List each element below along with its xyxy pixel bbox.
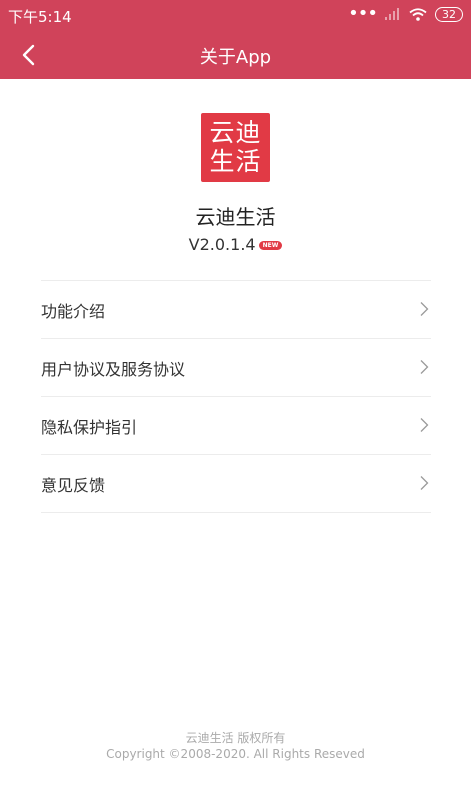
logo-text-line2: 生活: [209, 147, 262, 176]
navigation-bar: 关于App: [0, 30, 471, 79]
header-bar: 下午5:14 ••• 32 关于App: [0, 0, 471, 79]
logo-text-line1: 云迪: [209, 118, 262, 147]
chevron-right-icon: [420, 302, 429, 316]
chevron-right-icon: [420, 360, 429, 374]
menu-item-label: 功能介绍: [41, 302, 106, 321]
battery-icon: 32: [435, 6, 463, 22]
version-row: V2.0.1.4 NEW: [0, 235, 471, 254]
menu-item-label: 意见反馈: [41, 476, 106, 495]
footer: 云迪生活 版权所有 Copyright ©2008-2020. All Righ…: [0, 730, 471, 762]
chevron-right-icon: [420, 418, 429, 432]
about-menu-list: 功能介绍 用户协议及服务协议 隐私保护指引 意见反馈: [41, 280, 431, 513]
menu-item-feedback[interactable]: 意见反馈: [41, 455, 431, 513]
chevron-right-icon: [420, 476, 429, 490]
menu-item-label: 用户协议及服务协议: [41, 360, 186, 379]
footer-copyright-text: Copyright ©2008-2020. All Rights Reseved: [106, 747, 365, 761]
more-dots-icon: •••: [348, 3, 378, 24]
wifi-icon: [409, 7, 427, 21]
status-icons: ••• 32: [348, 5, 463, 23]
footer-copyright-owner: 云迪生活 版权所有: [185, 731, 286, 745]
version-text: V2.0.1.4: [188, 235, 256, 254]
page-title: 关于App: [199, 47, 272, 68]
menu-item-user-agreement[interactable]: 用户协议及服务协议: [41, 339, 431, 397]
status-bar: 下午5:14 ••• 32: [0, 0, 471, 30]
app-logo: 云迪 生活: [201, 113, 270, 182]
signal-icon: [385, 8, 399, 20]
menu-item-privacy-guide[interactable]: 隐私保护指引: [41, 397, 431, 455]
status-time: 下午5:14: [8, 8, 72, 26]
new-badge: NEW: [258, 241, 283, 250]
app-name: 云迪生活: [195, 205, 276, 229]
menu-item-features[interactable]: 功能介绍: [41, 281, 431, 339]
menu-item-label: 隐私保护指引: [41, 418, 138, 437]
